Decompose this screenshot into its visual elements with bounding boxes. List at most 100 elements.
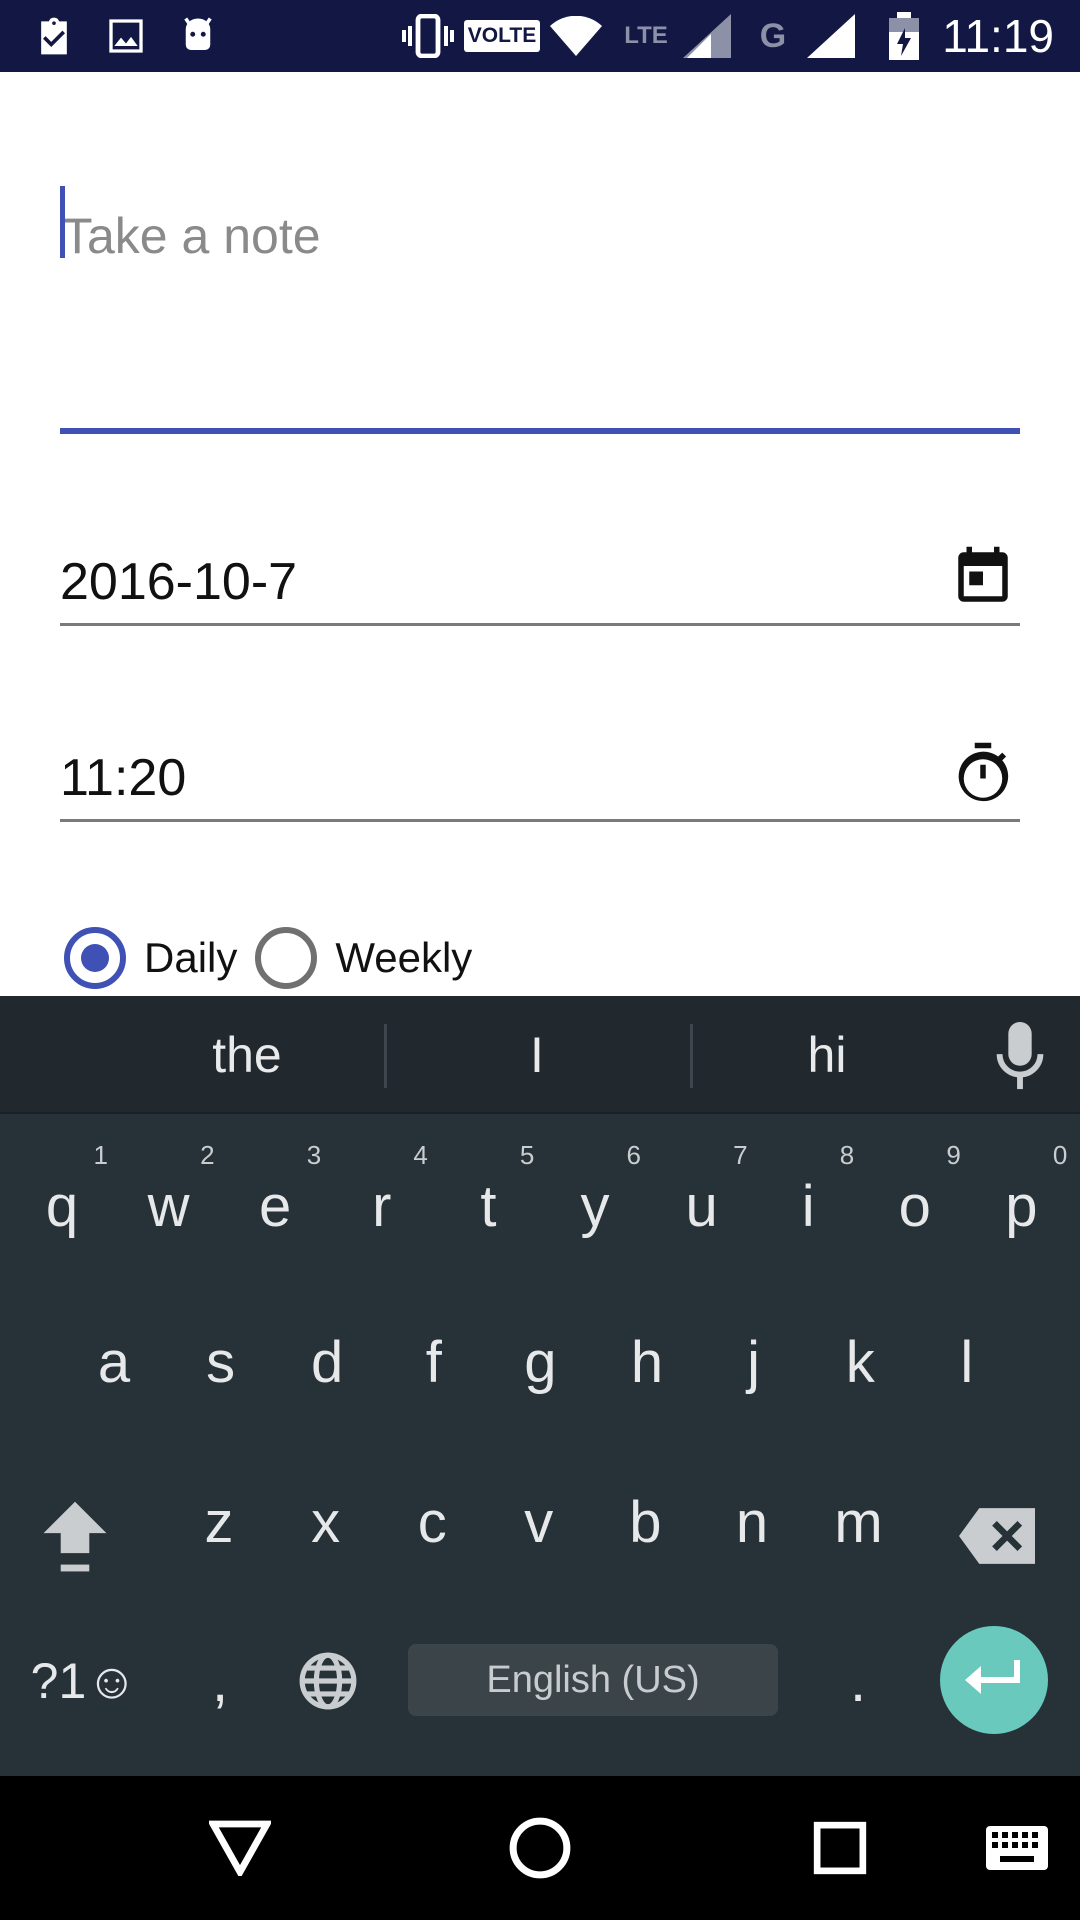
image-icon bbox=[102, 12, 150, 60]
key-l[interactable]: l bbox=[919, 1302, 1015, 1422]
suggestion-divider bbox=[384, 1024, 387, 1088]
key-j[interactable]: j bbox=[706, 1302, 802, 1422]
globe-key[interactable] bbox=[278, 1626, 378, 1736]
key-e[interactable]: e3 bbox=[227, 1140, 323, 1266]
key-label: t bbox=[480, 1173, 497, 1239]
suggestion-strip: the I hi bbox=[0, 996, 1080, 1114]
volte-icon: VOLTE bbox=[463, 12, 541, 60]
clipboard-check-icon bbox=[30, 12, 78, 60]
text-cursor bbox=[60, 186, 65, 258]
time-underline bbox=[60, 819, 1020, 822]
key-s[interactable]: s bbox=[173, 1302, 269, 1422]
status-bar: VOLTE LTE G 11:19 bbox=[0, 0, 1080, 72]
radio-daily[interactable]: Daily bbox=[64, 927, 237, 989]
radio-daily-checked-circle[interactable] bbox=[64, 927, 126, 989]
key-p[interactable]: p0 bbox=[973, 1140, 1069, 1266]
suggestion-3[interactable]: hi bbox=[720, 996, 934, 1114]
recents-icon[interactable] bbox=[804, 1812, 876, 1884]
signal-g-icon: G bbox=[759, 16, 787, 55]
key-hint: 6 bbox=[626, 1140, 641, 1170]
time-field[interactable]: 11:20 bbox=[60, 732, 1020, 822]
key-i[interactable]: i8 bbox=[760, 1140, 856, 1266]
date-value: 2016-10-7 bbox=[60, 553, 298, 611]
repeat-radio-group: Daily Weekly bbox=[64, 920, 490, 996]
key-q[interactable]: q1 bbox=[14, 1140, 110, 1266]
calendar-icon[interactable] bbox=[950, 544, 1016, 610]
key-hint: 1 bbox=[93, 1140, 108, 1170]
period-key[interactable]: . bbox=[808, 1626, 908, 1736]
space-key[interactable]: English (US) bbox=[408, 1644, 778, 1716]
key-d[interactable]: d bbox=[279, 1302, 375, 1422]
key-label: e bbox=[259, 1173, 292, 1239]
date-field[interactable]: 2016-10-7 bbox=[60, 536, 1020, 626]
key-label: p bbox=[1005, 1173, 1038, 1239]
key-k[interactable]: k bbox=[812, 1302, 908, 1422]
wifi-icon bbox=[548, 12, 604, 60]
key-label: q bbox=[45, 1173, 79, 1239]
key-w[interactable]: w2 bbox=[121, 1140, 217, 1266]
key-label: w bbox=[147, 1173, 190, 1239]
key-h[interactable]: h bbox=[599, 1302, 695, 1422]
key-hint: 7 bbox=[733, 1140, 748, 1170]
key-y[interactable]: y6 bbox=[547, 1140, 643, 1266]
key-hint: 2 bbox=[200, 1140, 215, 1170]
key-label: o bbox=[898, 1173, 931, 1239]
key-hint: 3 bbox=[306, 1140, 322, 1170]
key-label: i bbox=[801, 1173, 815, 1239]
note-field[interactable] bbox=[60, 160, 1020, 436]
radio-daily-label: Daily bbox=[144, 934, 238, 981]
key-hint: 0 bbox=[1052, 1140, 1068, 1170]
date-underline bbox=[60, 623, 1020, 626]
radio-weekly-label: Weekly bbox=[335, 934, 473, 981]
key-label: y bbox=[580, 1173, 610, 1239]
key-o[interactable]: o9 bbox=[867, 1140, 963, 1266]
soft-keyboard: the I hi q1w2e3r4t5y6u7i8o9p0 asdfghjkl … bbox=[0, 996, 1080, 1776]
enter-key[interactable] bbox=[940, 1626, 1048, 1734]
shift-key[interactable] bbox=[20, 1476, 130, 1596]
android-icon bbox=[174, 12, 222, 60]
suggestion-2[interactable]: I bbox=[430, 996, 644, 1114]
key-hint: 9 bbox=[946, 1140, 961, 1170]
key-g[interactable]: g bbox=[492, 1302, 588, 1422]
enter-arrow-icon bbox=[965, 1660, 1020, 1694]
key-u[interactable]: u7 bbox=[654, 1140, 750, 1266]
lte-icon: LTE bbox=[624, 22, 668, 49]
battery-charging-icon bbox=[886, 12, 922, 60]
keyboard-icon[interactable] bbox=[984, 1812, 1050, 1884]
key-x[interactable]: x bbox=[278, 1462, 374, 1582]
globe-icon bbox=[299, 1652, 357, 1710]
radio-weekly[interactable]: Weekly bbox=[255, 927, 472, 989]
note-input[interactable] bbox=[60, 188, 1020, 284]
suggestion-divider bbox=[690, 1024, 693, 1088]
backspace-key[interactable] bbox=[942, 1476, 1052, 1596]
key-b[interactable]: b bbox=[597, 1462, 693, 1582]
signal-strong-icon bbox=[806, 12, 856, 60]
navigation-bar bbox=[0, 1776, 1080, 1920]
vibrate-icon bbox=[398, 12, 458, 60]
key-label: r bbox=[372, 1173, 392, 1239]
key-hint: 4 bbox=[413, 1140, 428, 1170]
symbols-emoji-key[interactable]: ?1☺ bbox=[24, 1626, 144, 1736]
key-r[interactable]: r4 bbox=[334, 1140, 430, 1266]
radio-weekly-circle[interactable] bbox=[255, 927, 318, 989]
note-underline bbox=[60, 428, 1020, 434]
back-icon[interactable] bbox=[204, 1812, 276, 1884]
key-a[interactable]: a bbox=[66, 1302, 162, 1422]
key-hint: 5 bbox=[519, 1140, 535, 1170]
signal-icon bbox=[682, 12, 732, 60]
key-c[interactable]: c bbox=[384, 1462, 480, 1582]
comma-key[interactable]: , bbox=[170, 1626, 270, 1736]
key-f[interactable]: f bbox=[386, 1302, 482, 1422]
key-v[interactable]: v bbox=[491, 1462, 587, 1582]
key-m[interactable]: m bbox=[811, 1462, 907, 1582]
key-z[interactable]: z bbox=[171, 1462, 267, 1582]
time-value: 11:20 bbox=[60, 749, 187, 807]
suggestion-1[interactable]: the bbox=[140, 996, 354, 1114]
microphone-icon[interactable] bbox=[990, 1022, 1050, 1092]
home-icon[interactable] bbox=[504, 1812, 576, 1884]
key-hint: 8 bbox=[839, 1140, 855, 1170]
screen: VOLTE LTE G 11:19 2016-10-7 bbox=[0, 0, 1080, 1920]
stopwatch-icon[interactable] bbox=[950, 740, 1016, 806]
key-t[interactable]: t5 bbox=[440, 1140, 536, 1266]
key-n[interactable]: n bbox=[704, 1462, 800, 1582]
